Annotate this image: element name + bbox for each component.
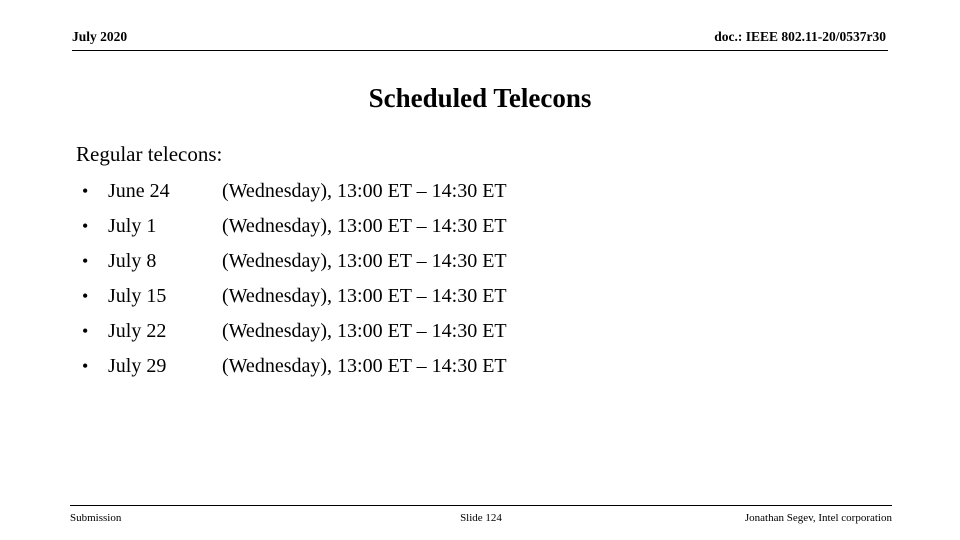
bullet-icon: • bbox=[82, 251, 89, 271]
list-item: • July 8 (Wednesday), 13:00 ET – 14:30 E… bbox=[76, 244, 896, 279]
slide-header: July 2020 doc.: IEEE 802.11-20/0537r30 bbox=[72, 28, 888, 51]
telecon-details: (Wednesday), 13:00 ET – 14:30 ET bbox=[222, 180, 507, 202]
section-heading: Regular telecons: bbox=[76, 142, 223, 166]
list-item: • July 1 (Wednesday), 13:00 ET – 14:30 E… bbox=[76, 209, 896, 244]
slide: July 2020 doc.: IEEE 802.11-20/0537r30 S… bbox=[0, 0, 960, 540]
telecon-date: July 1 bbox=[108, 215, 157, 237]
bullet-icon: • bbox=[82, 356, 89, 376]
telecon-date: June 24 bbox=[108, 180, 170, 202]
bullet-icon: • bbox=[82, 181, 89, 201]
slide-footer: Submission Slide 124 Jonathan Segev, Int… bbox=[70, 505, 892, 528]
telecon-details: (Wednesday), 13:00 ET – 14:30 ET bbox=[222, 285, 507, 307]
telecon-list: • June 24 (Wednesday), 13:00 ET – 14:30 … bbox=[76, 174, 896, 384]
page-title: Scheduled Telecons bbox=[368, 83, 592, 113]
telecon-date: July 22 bbox=[108, 320, 167, 342]
slide-body: Regular telecons: • June 24 (Wednesday),… bbox=[76, 140, 896, 384]
header-date: July 2020 bbox=[72, 29, 128, 44]
telecon-details: (Wednesday), 13:00 ET – 14:30 ET bbox=[222, 320, 507, 342]
telecon-date: July 29 bbox=[108, 355, 167, 377]
bullet-icon: • bbox=[82, 286, 89, 306]
list-item: • July 22 (Wednesday), 13:00 ET – 14:30 … bbox=[76, 314, 896, 349]
bullet-icon: • bbox=[82, 321, 89, 341]
telecon-details: (Wednesday), 13:00 ET – 14:30 ET bbox=[222, 355, 507, 377]
list-item: • July 29 (Wednesday), 13:00 ET – 14:30 … bbox=[76, 349, 896, 384]
header-document-id: doc.: IEEE 802.11-20/0537r30 bbox=[714, 29, 886, 44]
telecon-date: July 8 bbox=[108, 250, 157, 272]
telecon-details: (Wednesday), 13:00 ET – 14:30 ET bbox=[222, 250, 507, 272]
bullet-icon: • bbox=[82, 216, 89, 236]
list-item: • July 15 (Wednesday), 13:00 ET – 14:30 … bbox=[76, 279, 896, 314]
footer-author: Jonathan Segev, Intel corporation bbox=[744, 512, 892, 524]
telecon-details: (Wednesday), 13:00 ET – 14:30 ET bbox=[222, 215, 507, 237]
list-item: • June 24 (Wednesday), 13:00 ET – 14:30 … bbox=[76, 174, 896, 209]
telecon-date: July 15 bbox=[108, 285, 167, 307]
